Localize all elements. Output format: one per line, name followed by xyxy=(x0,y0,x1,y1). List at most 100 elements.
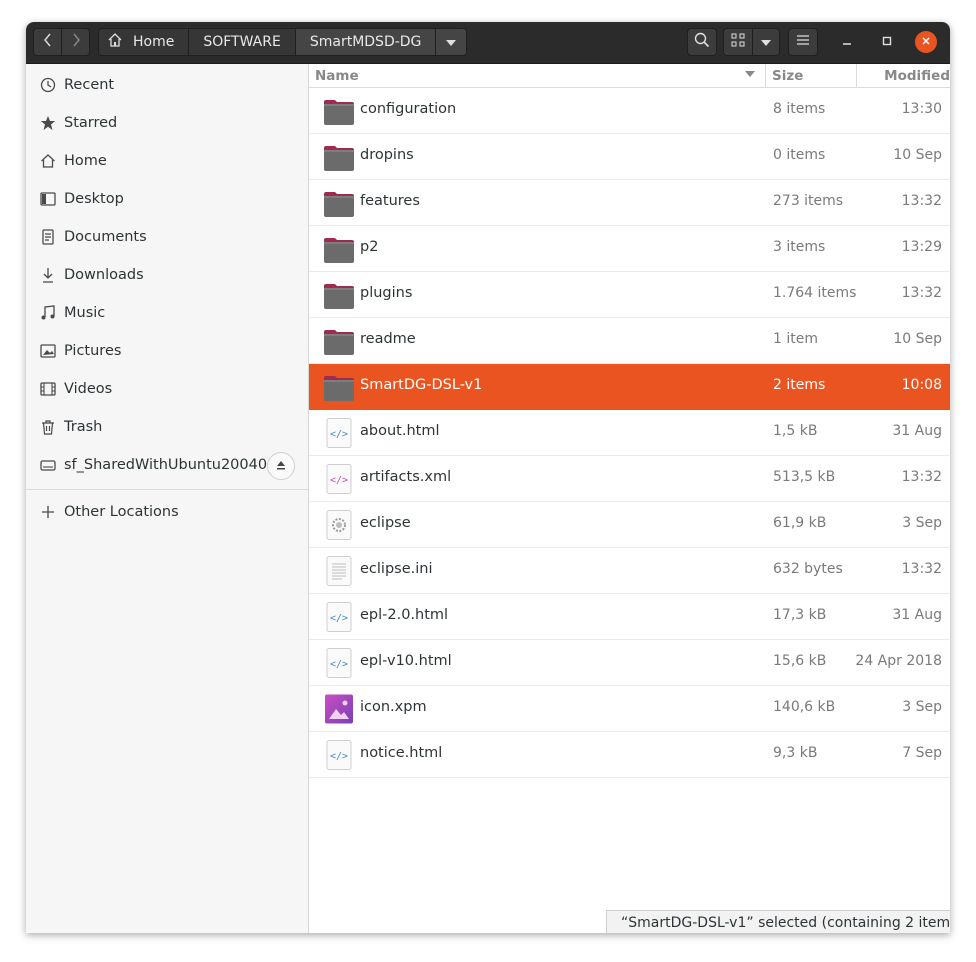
executable-icon xyxy=(323,510,355,540)
html-file-icon: </> xyxy=(323,418,355,448)
star-icon xyxy=(40,115,56,131)
file-modified: 10:08 xyxy=(901,377,942,393)
view-options-button[interactable] xyxy=(752,28,780,56)
breadcrumb-label: SOFTWARE xyxy=(203,34,281,50)
svg-text:</>: </> xyxy=(330,429,348,440)
xml-file-icon: </> xyxy=(323,464,355,494)
file-row[interactable]: p2 3 items 13:29 xyxy=(309,226,950,272)
file-size: 61,9 kB xyxy=(773,515,827,531)
column-label: Size xyxy=(772,67,804,84)
file-row[interactable]: SmartDG-DSL-v1 2 items 10:08 xyxy=(309,364,950,410)
file-row[interactable]: dropins 0 items 10 Sep xyxy=(309,134,950,180)
file-modified: 7 Sep xyxy=(902,745,942,761)
search-button[interactable] xyxy=(687,28,717,56)
file-row[interactable]: plugins 1.764 items 13:32 xyxy=(309,272,950,318)
file-size: 1 item xyxy=(773,331,818,347)
sidebar-item-trash[interactable]: Trash xyxy=(26,408,308,446)
folder-icon xyxy=(323,188,355,218)
file-size: 2 items xyxy=(773,377,826,393)
file-name: configuration xyxy=(360,101,457,117)
image-file-icon xyxy=(323,694,355,724)
sidebar-item-label: Desktop xyxy=(64,191,124,207)
file-size: 1,5 kB xyxy=(773,423,818,439)
column-header-size[interactable]: Size xyxy=(766,64,857,88)
close-icon xyxy=(921,34,931,50)
forward-button[interactable] xyxy=(61,28,90,56)
file-row[interactable]: features 273 items 13:32 xyxy=(309,180,950,226)
close-button[interactable] xyxy=(915,31,937,53)
sidebar-item-shared-drive[interactable]: sf_SharedWithUbuntu200401 xyxy=(26,446,308,484)
breadcrumb-software[interactable]: SOFTWARE xyxy=(189,29,296,55)
status-bar: “SmartDG-DSL-v1” selected (containing 2 … xyxy=(606,910,950,933)
breadcrumb-home[interactable]: Home xyxy=(99,29,190,55)
file-modified: 3 Sep xyxy=(902,699,942,715)
file-modified: 31 Aug xyxy=(892,423,942,439)
file-row[interactable]: eclipse.ini 632 bytes 13:32 xyxy=(309,548,950,594)
sidebar-item-label: Downloads xyxy=(64,267,144,283)
maximize-button[interactable] xyxy=(877,32,897,52)
file-size: 3 items xyxy=(773,239,826,255)
sidebar-divider xyxy=(26,489,308,490)
file-modified: 13:29 xyxy=(901,239,942,255)
sidebar-item-music[interactable]: Music xyxy=(26,294,308,332)
file-name: epl-2.0.html xyxy=(360,607,449,623)
file-row[interactable]: configuration 8 items 13:30 xyxy=(309,88,950,134)
sidebar-item-pictures[interactable]: Pictures xyxy=(26,332,308,370)
file-size: 1.764 items xyxy=(773,285,857,301)
file-name: p2 xyxy=(360,239,379,255)
file-list: Name Size Modified configuration 8 items 1… xyxy=(309,64,950,933)
file-row[interactable]: </> artifacts.xml 513,5 kB 13:32 xyxy=(309,456,950,502)
sidebar-item-recent[interactable]: Recent xyxy=(26,66,308,104)
view-toggle-button[interactable] xyxy=(723,28,753,56)
document-icon xyxy=(40,229,56,245)
file-name: notice.html xyxy=(360,745,443,761)
html-file-icon: </> xyxy=(323,648,355,678)
file-name: epl-v10.html xyxy=(360,653,452,669)
menu-button[interactable] xyxy=(788,28,818,56)
home-icon xyxy=(107,32,123,52)
file-row[interactable]: </> about.html 1,5 kB 31 Aug xyxy=(309,410,950,456)
sidebar-item-home[interactable]: Home xyxy=(26,142,308,180)
file-row[interactable]: eclipse 61,9 kB 3 Sep xyxy=(309,502,950,548)
file-row[interactable]: icon.xpm 140,6 kB 3 Sep xyxy=(309,686,950,732)
column-label: Modified xyxy=(884,67,950,84)
breadcrumb-menu-button[interactable] xyxy=(436,29,467,55)
column-header-name[interactable]: Name xyxy=(309,64,766,88)
folder-icon xyxy=(323,280,355,310)
sidebar-item-desktop[interactable]: Desktop xyxy=(26,180,308,218)
file-name: SmartDG-DSL-v1 xyxy=(360,377,483,393)
file-name: artifacts.xml xyxy=(360,469,452,485)
file-modified: 13:32 xyxy=(901,469,942,485)
sidebar-item-label: Documents xyxy=(64,229,147,245)
file-modified: 24 Apr 2018 xyxy=(855,653,942,669)
sidebar-item-label: Videos xyxy=(64,381,113,397)
eject-icon xyxy=(276,460,286,473)
caret-down-icon xyxy=(446,34,457,50)
chevron-left-icon xyxy=(43,33,53,51)
video-icon xyxy=(40,381,56,397)
sidebar-item-label: Recent xyxy=(64,77,115,93)
file-row[interactable]: </> epl-2.0.html 17,3 kB 31 Aug xyxy=(309,594,950,640)
back-button[interactable] xyxy=(33,28,62,56)
sidebar-item-videos[interactable]: Videos xyxy=(26,370,308,408)
grid-icon xyxy=(731,33,745,51)
file-row[interactable]: </> notice.html 9,3 kB 7 Sep xyxy=(309,732,950,778)
sidebar-item-documents[interactable]: Documents xyxy=(26,218,308,256)
sidebar-item-other-locations[interactable]: Other Locations xyxy=(26,493,308,531)
file-row[interactable]: </> epl-v10.html 15,6 kB 24 Apr 2018 xyxy=(309,640,950,686)
sidebar-item-downloads[interactable]: Downloads xyxy=(26,256,308,294)
svg-text:</>: </> xyxy=(330,475,348,486)
sidebar-item-starred[interactable]: Starred xyxy=(26,104,308,142)
sidebar-item-label: sf_SharedWithUbuntu200401 xyxy=(64,457,277,473)
sidebar-item-label: Trash xyxy=(64,419,103,435)
file-size: 513,5 kB xyxy=(773,469,836,485)
eject-button[interactable] xyxy=(267,452,295,480)
file-modified: 13:32 xyxy=(901,193,942,209)
file-row[interactable]: readme 1 item 10 Sep xyxy=(309,318,950,364)
text-file-icon xyxy=(323,556,355,586)
column-header-modified[interactable]: Modified xyxy=(857,64,950,88)
minimize-button[interactable] xyxy=(837,32,857,52)
sidebar-item-label: Music xyxy=(64,305,106,321)
breadcrumb-current[interactable]: SmartMDSD-DG xyxy=(295,29,437,55)
file-size: 273 items xyxy=(773,193,844,209)
